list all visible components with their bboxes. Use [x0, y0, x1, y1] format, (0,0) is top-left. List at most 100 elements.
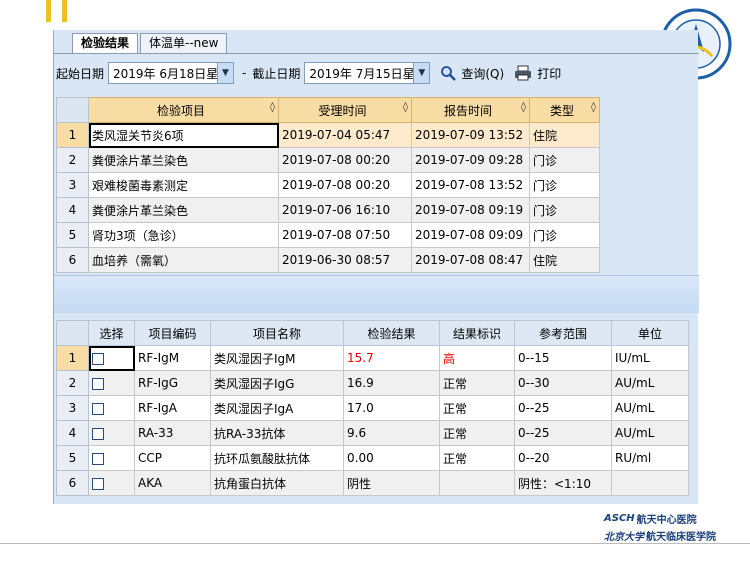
cell-range[interactable]: 0--25	[514, 420, 612, 446]
cell-name[interactable]: 抗角蛋白抗体	[210, 470, 344, 496]
cell-range[interactable]: 阴性：<1:10	[514, 470, 612, 496]
cell-report-time[interactable]: 2019-07-09 09:28	[411, 147, 530, 173]
column-header-item[interactable]: 检验项目 ◊	[88, 97, 279, 123]
table-row[interactable]: 3 RF-IgA 类风湿因子IgA 17.0 正常 0--25 AU/mL	[56, 395, 689, 421]
cell-unit[interactable]: AU/mL	[611, 420, 689, 446]
cell-type[interactable]: 住院	[529, 122, 600, 148]
column-header-range[interactable]: 参考范围	[514, 320, 612, 346]
cell-unit[interactable]: RU/ml	[611, 445, 689, 471]
column-header-code[interactable]: 项目编码	[134, 320, 211, 346]
cell-select[interactable]	[88, 345, 135, 371]
table-row[interactable]: 5 CCP 抗环瓜氨酸肽抗体 0.00 正常 0--20 RU/ml	[56, 445, 689, 471]
cell-type[interactable]: 门诊	[529, 172, 600, 198]
cell-code[interactable]: CCP	[134, 445, 211, 471]
cell-accept-time[interactable]: 2019-07-08 00:20	[278, 172, 412, 198]
cell-result[interactable]: 9.6	[343, 420, 440, 446]
table-row[interactable]: 5 肾功3项（急诊） 2019-07-08 07:50 2019-07-08 0…	[56, 222, 600, 248]
cell-item[interactable]: 类风湿关节炎6项	[88, 122, 279, 148]
cell-name[interactable]: 抗环瓜氨酸肽抗体	[210, 445, 344, 471]
cell-select[interactable]	[88, 370, 135, 396]
cell-range[interactable]: 0--15	[514, 345, 612, 371]
column-header-type[interactable]: 类型 ◊	[529, 97, 600, 123]
cell-flag[interactable]: 正常	[439, 420, 515, 446]
column-header-report-time[interactable]: 报告时间 ◊	[411, 97, 530, 123]
tab-temperature-chart[interactable]: 体温单--new	[140, 33, 228, 53]
cell-item[interactable]: 粪便涂片革兰染色	[88, 147, 279, 173]
row-checkbox[interactable]	[92, 477, 104, 490]
cell-name[interactable]: 类风湿因子IgM	[210, 345, 344, 371]
cell-code[interactable]: RF-IgG	[134, 370, 211, 396]
table-row[interactable]: 4 RA-33 抗RA-33抗体 9.6 正常 0--25 AU/mL	[56, 420, 689, 446]
row-checkbox[interactable]	[92, 377, 104, 390]
cell-report-time[interactable]: 2019-07-08 08:47	[411, 247, 530, 273]
cell-accept-time[interactable]: 2019-07-06 16:10	[278, 197, 412, 223]
cell-select[interactable]	[88, 445, 135, 471]
cell-accept-time[interactable]: 2019-07-08 00:20	[278, 147, 412, 173]
cell-result[interactable]: 15.7	[343, 345, 440, 371]
cell-range[interactable]: 0--20	[514, 445, 612, 471]
cell-accept-time[interactable]: 2019-07-08 07:50	[278, 222, 412, 248]
cell-unit[interactable]: AU/mL	[611, 370, 689, 396]
sort-icon[interactable]: ◊	[403, 102, 408, 113]
cell-result[interactable]: 17.0	[343, 395, 440, 421]
cell-accept-time[interactable]: 2019-06-30 08:57	[278, 247, 412, 273]
cell-select[interactable]	[88, 395, 135, 421]
column-header-name[interactable]: 项目名称	[210, 320, 344, 346]
table-row[interactable]: 2 粪便涂片革兰染色 2019-07-08 00:20 2019-07-09 0…	[56, 147, 600, 173]
row-checkbox[interactable]	[92, 452, 104, 465]
cell-type[interactable]: 住院	[529, 247, 600, 273]
cell-code[interactable]: RF-IgM	[134, 345, 211, 371]
cell-flag[interactable]: 高	[439, 345, 515, 371]
column-header-accept-time[interactable]: 受理时间 ◊	[278, 97, 412, 123]
cell-accept-time[interactable]: 2019-07-04 05:47	[278, 122, 412, 148]
sort-icon[interactable]: ◊	[521, 102, 526, 113]
cell-name[interactable]: 类风湿因子IgG	[210, 370, 344, 396]
cell-report-time[interactable]: 2019-07-08 09:09	[411, 222, 530, 248]
column-header-select[interactable]: 选择	[88, 320, 135, 346]
cell-code[interactable]: AKA	[134, 470, 211, 496]
table-row[interactable]: 1 类风湿关节炎6项 2019-07-04 05:47 2019-07-09 1…	[56, 122, 600, 148]
cell-select[interactable]	[88, 420, 135, 446]
cell-flag[interactable]: 正常	[439, 370, 515, 396]
cell-item[interactable]: 艰难梭菌毒素测定	[88, 172, 279, 198]
cell-item[interactable]: 肾功3项（急诊）	[88, 222, 279, 248]
table-row[interactable]: 3 艰难梭菌毒素测定 2019-07-08 00:20 2019-07-08 1…	[56, 172, 600, 198]
cell-report-time[interactable]: 2019-07-08 09:19	[411, 197, 530, 223]
cell-unit[interactable]: AU/mL	[611, 395, 689, 421]
table-row[interactable]: 6 血培养（需氧） 2019-06-30 08:57 2019-07-08 08…	[56, 247, 600, 273]
cell-range[interactable]: 0--25	[514, 395, 612, 421]
print-button[interactable]: 打印	[514, 65, 561, 82]
splitter-band[interactable]	[54, 275, 699, 313]
cell-code[interactable]: RF-IgA	[134, 395, 211, 421]
cell-flag[interactable]: 正常	[439, 395, 515, 421]
column-header-unit[interactable]: 单位	[611, 320, 689, 346]
sort-icon[interactable]: ◊	[591, 102, 596, 113]
cell-flag[interactable]	[439, 470, 515, 496]
cell-name[interactable]: 抗RA-33抗体	[210, 420, 344, 446]
cell-unit[interactable]: IU/mL	[611, 345, 689, 371]
sort-icon[interactable]: ◊	[270, 102, 275, 113]
cell-code[interactable]: RA-33	[134, 420, 211, 446]
table-row[interactable]: 2 RF-IgG 类风湿因子IgG 16.9 正常 0--30 AU/mL	[56, 370, 689, 396]
end-date-picker[interactable]: 2019年 7月15日星 ▼	[304, 62, 431, 84]
cell-report-time[interactable]: 2019-07-08 13:52	[411, 172, 530, 198]
cell-unit[interactable]	[611, 470, 689, 496]
cell-result[interactable]: 16.9	[343, 370, 440, 396]
cell-type[interactable]: 门诊	[529, 197, 600, 223]
cell-type[interactable]: 门诊	[529, 222, 600, 248]
table-row[interactable]: 1 RF-IgM 类风湿因子IgM 15.7 高 0--15 IU/mL	[56, 345, 689, 371]
cell-result[interactable]: 0.00	[343, 445, 440, 471]
cell-flag[interactable]: 正常	[439, 445, 515, 471]
table-row[interactable]: 4 粪便涂片革兰染色 2019-07-06 16:10 2019-07-08 0…	[56, 197, 600, 223]
cell-item[interactable]: 粪便涂片革兰染色	[88, 197, 279, 223]
cell-type[interactable]: 门诊	[529, 147, 600, 173]
chevron-down-icon[interactable]: ▼	[217, 63, 234, 83]
row-checkbox[interactable]	[92, 352, 104, 365]
start-date-picker[interactable]: 2019年 6月18日星 ▼	[108, 62, 235, 84]
chevron-down-icon[interactable]: ▼	[413, 63, 430, 83]
row-checkbox[interactable]	[92, 402, 104, 415]
column-header-flag[interactable]: 结果标识	[439, 320, 515, 346]
tab-lab-results[interactable]: 检验结果	[72, 33, 139, 54]
column-header-result[interactable]: 检验结果	[343, 320, 440, 346]
cell-select[interactable]	[88, 470, 135, 496]
